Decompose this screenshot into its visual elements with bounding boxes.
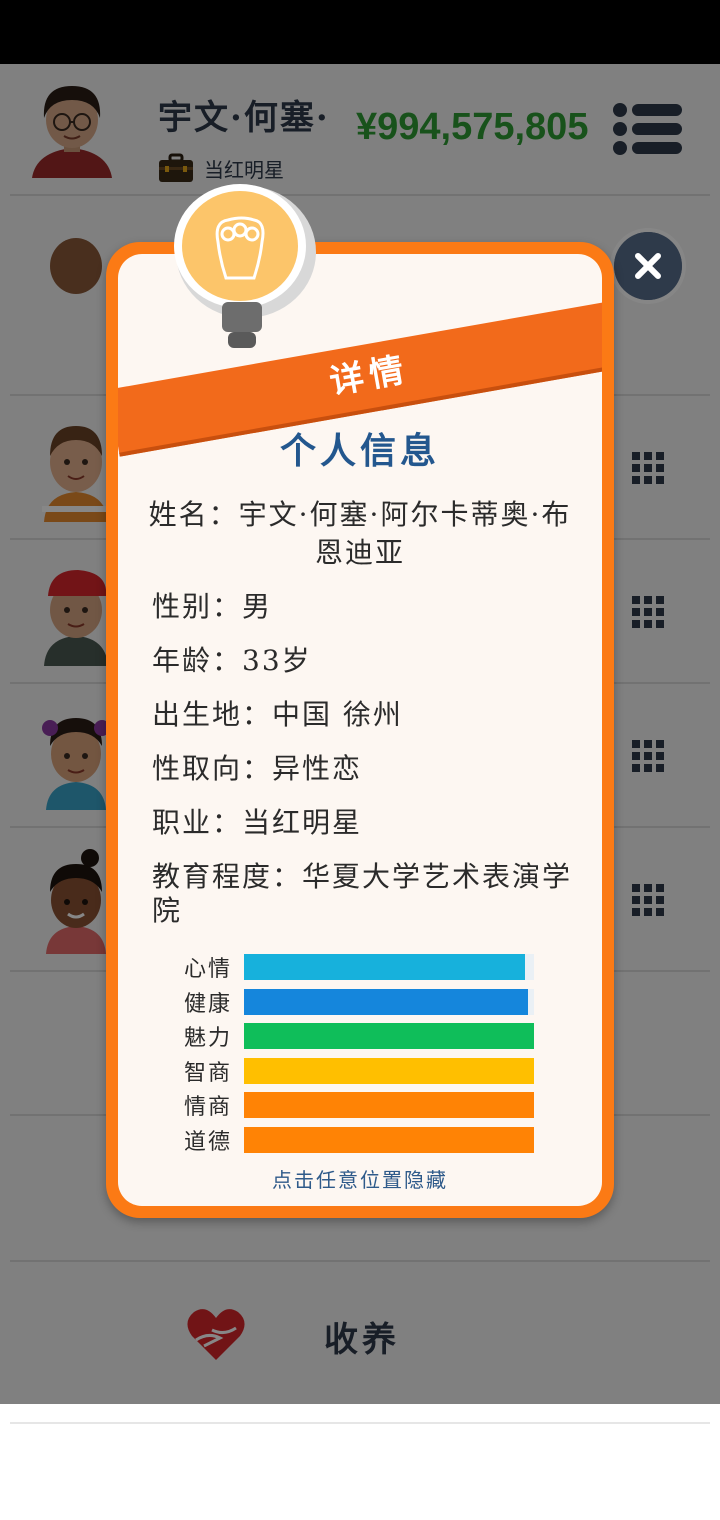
stat-track [244, 988, 534, 1015]
info-birthplace: 出生地：中国 徐州 [152, 698, 403, 731]
lightbulb-icon [174, 184, 316, 348]
divider [10, 1422, 710, 1424]
info-gender: 性别：男 [152, 590, 273, 623]
stat-row: 心情 [184, 950, 544, 984]
bottom-area [0, 1404, 720, 1520]
stat-bar [244, 988, 529, 1015]
stat-track [244, 954, 534, 980]
stat-track [244, 1092, 534, 1118]
stats-panel: 心情 健康 魅力 智商 情商 道德 [184, 950, 544, 1157]
info-orientation: 性取向：异性恋 [152, 752, 363, 785]
dismiss-hint: 点击任意位置隐藏 [272, 1168, 448, 1192]
dialog-body: 详情 个人信息 姓名：宇文·何塞·阿尔卡蒂奥·布恩迪亚 性别：男 年龄：33岁 … [118, 254, 602, 1206]
stat-label: 情商 [184, 1095, 233, 1120]
info-age: 年龄：33岁 [152, 644, 312, 677]
stat-track [244, 1057, 534, 1084]
stat-bar [244, 1092, 534, 1118]
info-education: 教育程度：华夏大学艺术表演学院 [152, 860, 573, 927]
stat-bar [244, 1126, 534, 1153]
stat-bar [244, 954, 526, 980]
stat-label: 道德 [184, 1129, 233, 1155]
stat-track [244, 1126, 534, 1153]
stat-row: 智商 [184, 1054, 544, 1088]
stat-label: 心情 [184, 957, 233, 982]
stat-row: 道德 [184, 1123, 544, 1157]
stat-row: 情商 [184, 1088, 544, 1122]
stat-label: 智商 [184, 1060, 233, 1086]
section-title: 个人信息 [279, 430, 440, 472]
stat-row: 魅力 [184, 1019, 544, 1053]
stat-label: 健康 [184, 991, 233, 1017]
stat-label: 魅力 [184, 1026, 233, 1051]
details-dialog[interactable]: 详情 个人信息 姓名：宇文·何塞·阿尔卡蒂奥·布恩迪亚 性别：男 年龄：33岁 … [106, 242, 614, 1218]
app-screen: 宇文·何塞· 当红明星 ¥994,575,805 收养 详情 个人信息 姓名：宇… [0, 64, 720, 1404]
stat-track [244, 1023, 534, 1049]
status-bar [0, 0, 720, 64]
stat-bar [244, 1023, 534, 1049]
close-icon[interactable] [614, 232, 682, 300]
stat-bar [244, 1057, 534, 1084]
info-name: 姓名：宇文·何塞·阿尔卡蒂奥·布恩迪亚 [148, 498, 572, 569]
stat-row: 健康 [184, 985, 544, 1019]
info-occupation: 职业：当红明星 [152, 806, 363, 839]
